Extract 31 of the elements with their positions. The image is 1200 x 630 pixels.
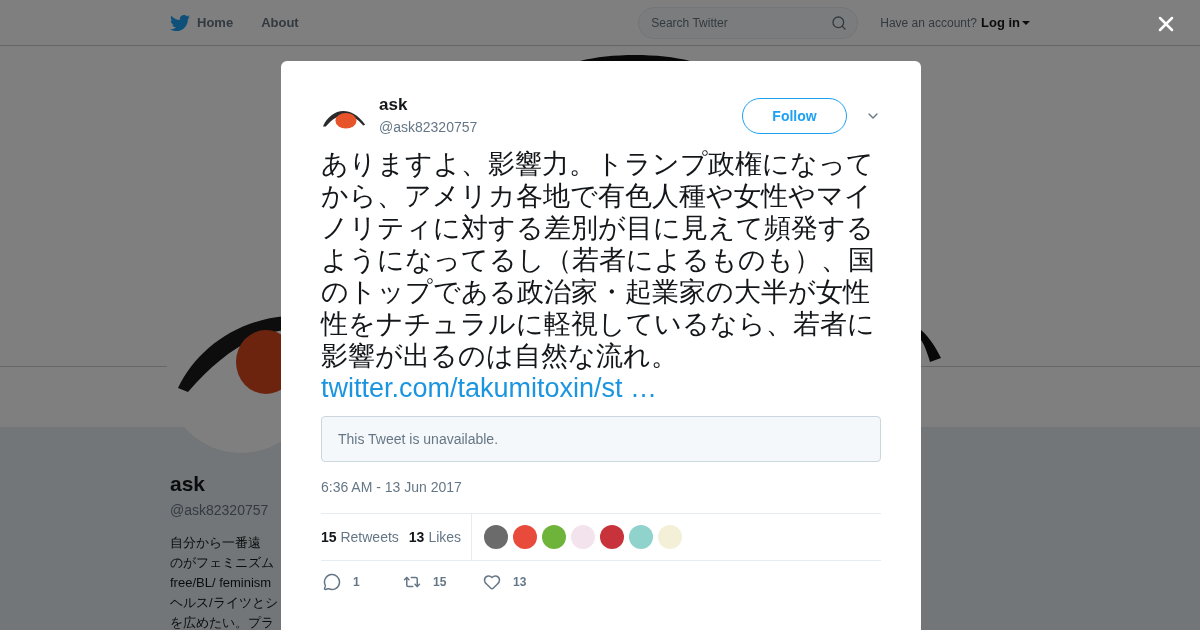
profile-name: ask bbox=[170, 471, 207, 497]
liker-avatar[interactable] bbox=[542, 525, 567, 549]
bio-line: を広めたい。プラ bbox=[170, 613, 275, 630]
tweet-timestamp: 6:36 AM - 13 Jun 2017 bbox=[321, 478, 463, 497]
search-field[interactable]: Search Twitter bbox=[638, 6, 859, 39]
author-handle[interactable]: @ask82320757 bbox=[379, 116, 742, 138]
quoted-tweet-notice: This Tweet is unavailable. bbox=[321, 416, 881, 462]
profile-handle: @ask82320757 bbox=[170, 500, 270, 520]
author-name[interactable]: ask bbox=[379, 94, 742, 116]
bird-logo-icon[interactable] bbox=[170, 12, 190, 33]
liker-avatar[interactable] bbox=[513, 525, 538, 549]
action-count: 15 bbox=[433, 574, 447, 591]
retweet-count[interactable]: 15 Retweets bbox=[321, 526, 399, 548]
bio-line: free/BL/ feminism bbox=[170, 573, 273, 592]
reply-icon[interactable] bbox=[323, 573, 341, 591]
login-button[interactable]: Log in bbox=[981, 12, 1030, 33]
search-icon[interactable] bbox=[831, 14, 848, 31]
bio-line: ヘルス/ライツとシ bbox=[170, 593, 279, 612]
liker-avatar[interactable] bbox=[484, 525, 509, 549]
tweet-text: ありますよ、影響力。トランプ政権になってから、アメリカ各地で有色人種や女性やマイノリティに対する差別が目に見えて頻発するようになってるし（若者によるものも）、国のトップである政治家・起業家の大半が女性性をナチュラルに軽視しているなら、若者に影響が出るのは自然な流れ。 twitter.com/takumitoxin/st … bbox=[321, 148, 876, 404]
liker-avatar[interactable] bbox=[600, 525, 625, 549]
tweet-link[interactable]: twitter.com/takumitoxin/st … bbox=[321, 373, 658, 403]
bio-line: のがフェミニズム bbox=[170, 553, 275, 572]
action-count: 1 bbox=[353, 574, 360, 591]
account-prompt: Have an account? bbox=[880, 14, 977, 32]
nav-link[interactable]: Home bbox=[197, 12, 234, 33]
heart-icon[interactable] bbox=[483, 573, 501, 591]
nav-link[interactable]: About bbox=[261, 12, 299, 33]
action-count: 13 bbox=[513, 574, 527, 591]
caret-icon bbox=[1022, 20, 1030, 25]
like-count[interactable]: 13 Likes bbox=[408, 514, 473, 560]
